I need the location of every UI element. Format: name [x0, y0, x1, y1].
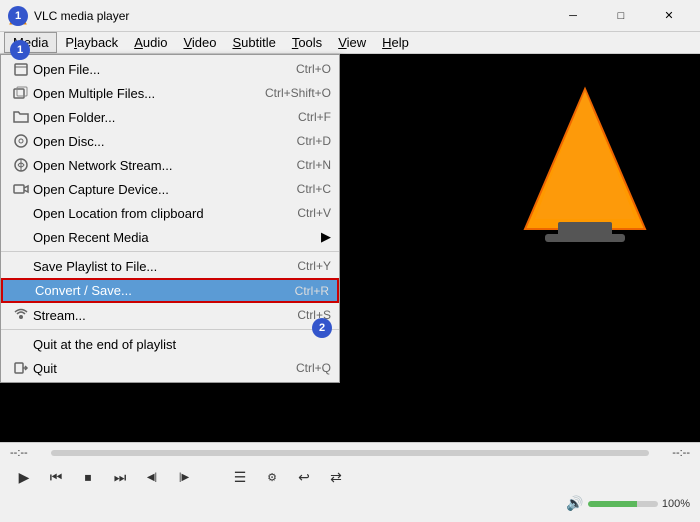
frame-back-button[interactable]: ◀| — [138, 465, 166, 489]
time-right: --:-- — [655, 447, 690, 459]
open-folder-label: Open Folder... — [33, 110, 278, 125]
prev-button[interactable]: ⏮ — [42, 465, 70, 489]
menu-open-location[interactable]: Open Location from clipboard Ctrl+V — [1, 201, 339, 225]
loop-button[interactable]: ↩ — [290, 465, 318, 489]
open-multiple-shortcut: Ctrl+Shift+O — [265, 86, 331, 100]
maximize-button[interactable]: □ — [598, 0, 644, 32]
quit-label: Quit — [33, 361, 276, 376]
volume-area: 🔊 100% — [566, 495, 690, 512]
menu-video[interactable]: Video — [175, 33, 224, 52]
media-dropdown: Open File... Ctrl+O Open Multiple Files.… — [0, 54, 340, 383]
save-playlist-shortcut: Ctrl+Y — [297, 259, 331, 273]
minimize-button[interactable]: ─ — [550, 0, 596, 32]
stop-button[interactable]: ⏹ — [74, 465, 102, 489]
open-network-icon — [9, 157, 33, 173]
open-file-label: Open File... — [33, 62, 276, 77]
random-button[interactable]: ⇄ — [322, 465, 350, 489]
menu-save-playlist[interactable]: Save Playlist to File... Ctrl+Y — [1, 254, 339, 278]
menu-open-multiple[interactable]: Open Multiple Files... Ctrl+Shift+O — [1, 81, 339, 105]
open-capture-icon — [9, 181, 33, 197]
menu-open-folder[interactable]: Open Folder... Ctrl+F — [1, 105, 339, 129]
time-left: --:-- — [10, 447, 45, 459]
open-recent-label: Open Recent Media — [33, 230, 291, 245]
volume-label: 100% — [662, 498, 690, 510]
quit-icon — [9, 360, 33, 376]
menu-open-network[interactable]: Open Network Stream... Ctrl+N — [1, 153, 339, 177]
volume-track[interactable] — [588, 501, 658, 507]
convert-save-label: Convert / Save... — [35, 283, 275, 298]
open-folder-shortcut: Ctrl+F — [298, 110, 331, 124]
open-recent-arrow: ▶ — [321, 229, 331, 245]
menu-playback[interactable]: Playback — [57, 33, 126, 52]
convert-save-shortcut: Ctrl+R — [295, 284, 329, 298]
badge-1: 1 — [8, 6, 28, 26]
title-bar: VLC media player ─ □ ✕ — [0, 0, 700, 32]
stream-label: Stream... — [33, 308, 277, 323]
open-folder-icon — [9, 109, 33, 125]
open-multiple-icon — [9, 85, 33, 101]
open-network-shortcut: Ctrl+N — [297, 158, 331, 172]
frame-fwd-button[interactable]: |▶ — [170, 465, 198, 489]
open-capture-shortcut: Ctrl+C — [297, 182, 331, 196]
open-file-icon — [9, 61, 33, 77]
open-disc-shortcut: Ctrl+D — [297, 134, 331, 148]
open-disc-label: Open Disc... — [33, 134, 277, 149]
menu-audio[interactable]: Audio — [126, 33, 175, 52]
quit-shortcut: Ctrl+Q — [296, 361, 331, 375]
bottom-controls: --:-- --:-- ▶ ⏮ ⏹ ⏭ ◀| |▶ ☰ ⚙ ↩ ⇄ 🔊 100% — [0, 442, 700, 522]
stream-icon — [9, 307, 33, 323]
window-title: VLC media player — [34, 9, 550, 23]
volume-icon: 🔊 — [566, 495, 583, 512]
separator-2 — [1, 329, 339, 330]
menu-open-recent[interactable]: Open Recent Media ▶ — [1, 225, 339, 249]
badge-2-overlay: 2 — [312, 318, 332, 338]
next-button[interactable]: ⏭ — [106, 465, 134, 489]
separator-1 — [1, 251, 339, 252]
menu-quit[interactable]: Quit Ctrl+Q — [1, 356, 339, 380]
menu-open-capture[interactable]: Open Capture Device... Ctrl+C — [1, 177, 339, 201]
menu-bar: Media Playback Audio Video Subtitle Tool… — [0, 32, 700, 54]
open-network-label: Open Network Stream... — [33, 158, 277, 173]
menu-tools[interactable]: Tools — [284, 33, 330, 52]
menu-view[interactable]: View — [330, 33, 374, 52]
quit-end-label: Quit at the end of playlist — [33, 337, 311, 352]
main-area: Open File... Ctrl+O Open Multiple Files.… — [0, 54, 700, 442]
open-multiple-label: Open Multiple Files... — [33, 86, 245, 101]
control-buttons: ▶ ⏮ ⏹ ⏭ ◀| |▶ ☰ ⚙ ↩ ⇄ 🔊 100% — [0, 461, 700, 493]
extended-button[interactable]: ⚙ — [258, 465, 286, 489]
progress-bar-area: --:-- --:-- — [0, 443, 700, 461]
open-location-label: Open Location from clipboard — [33, 206, 277, 221]
progress-track[interactable] — [51, 450, 649, 456]
play-button[interactable]: ▶ — [10, 465, 38, 489]
menu-help[interactable]: Help — [374, 33, 417, 52]
open-location-shortcut: Ctrl+V — [297, 206, 331, 220]
open-capture-label: Open Capture Device... — [33, 182, 277, 197]
menu-open-file[interactable]: Open File... Ctrl+O — [1, 57, 339, 81]
open-disc-icon — [9, 133, 33, 149]
menu-quit-end[interactable]: Quit at the end of playlist — [1, 332, 339, 356]
menu-subtitle[interactable]: Subtitle — [224, 33, 283, 52]
menu-stream[interactable]: Stream... Ctrl+S — [1, 303, 339, 327]
save-playlist-label: Save Playlist to File... — [33, 259, 277, 274]
open-file-shortcut: Ctrl+O — [296, 62, 331, 76]
menu-convert-save[interactable]: Convert / Save... Ctrl+R — [1, 278, 339, 303]
playlist-button[interactable]: ☰ — [226, 465, 254, 489]
window-controls: ─ □ ✕ — [550, 0, 692, 32]
menu-open-disc[interactable]: Open Disc... Ctrl+D — [1, 129, 339, 153]
close-button[interactable]: ✕ — [646, 0, 692, 32]
badge-1-overlay: 1 — [10, 40, 30, 60]
